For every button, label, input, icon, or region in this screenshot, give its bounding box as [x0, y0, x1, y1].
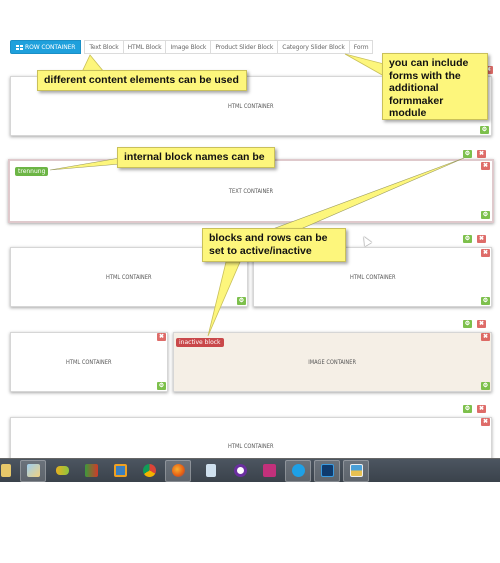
media-player-icon [113, 464, 127, 477]
container-label: HTML CONTAINER [228, 102, 274, 110]
block-delete-button[interactable]: ✖ [157, 333, 166, 341]
row-2-text-container[interactable]: TEXT CONTAINER [8, 159, 494, 223]
row-4-settings-button[interactable]: ⚙ [463, 320, 472, 328]
taskbar-app-purple[interactable] [227, 460, 253, 482]
row-3-settings-button[interactable]: ⚙ [463, 235, 472, 243]
folder-icon [1, 464, 11, 477]
taskbar-indesign[interactable] [256, 460, 282, 482]
container-label: TEXT CONTAINER [228, 187, 274, 195]
paint-icon [26, 464, 40, 477]
settings-icon: ⚙ [482, 212, 489, 218]
row-3-delete-button[interactable]: ✖ [477, 235, 486, 243]
row-container-label: ROW CONTAINER [25, 43, 76, 51]
container-label: HTML CONTAINER [66, 358, 112, 366]
container-label: IMAGE CONTAINER [308, 358, 357, 366]
taskbar-photo-viewer[interactable] [343, 459, 369, 482]
taskbar-paint[interactable] [20, 459, 46, 482]
close-icon: ✖ [478, 406, 485, 412]
close-icon: ✖ [158, 334, 165, 340]
block-settings-button[interactable]: ⚙ [157, 382, 166, 390]
close-icon: ✖ [478, 236, 485, 242]
windows-taskbar [0, 458, 500, 482]
settings-icon: ⚙ [464, 321, 471, 327]
block-settings-button[interactable]: ⚙ [481, 211, 490, 219]
category-slider-block-button[interactable]: Category Slider Block [278, 40, 350, 54]
taskbar-chrome[interactable] [136, 460, 162, 482]
close-icon: ✖ [478, 321, 485, 327]
chrome-icon [142, 464, 156, 477]
block-delete-button[interactable]: ✖ [481, 162, 490, 170]
taskbar-photoshop[interactable] [314, 459, 340, 482]
photo-viewer-icon [349, 464, 363, 477]
taskbar-explorer[interactable] [0, 460, 12, 482]
settings-icon: ⚙ [481, 127, 488, 133]
callout-block-names: internal block names can be [117, 147, 275, 168]
row-2-settings-button[interactable]: ⚙ [463, 150, 472, 158]
container-label: HTML CONTAINER [228, 443, 274, 450]
form-button[interactable]: Form [349, 40, 374, 54]
block-delete-button[interactable]: ✖ [481, 333, 490, 341]
grid-icon [16, 44, 23, 50]
block-delete-button[interactable]: ✖ [481, 418, 490, 426]
settings-icon: ⚙ [464, 406, 471, 412]
image-block-button[interactable]: Image Block [166, 40, 212, 54]
product-slider-block-button[interactable]: Product Slider Block [211, 40, 279, 54]
inactive-status-tag[interactable]: inactive block [176, 338, 224, 347]
settings-icon: ⚙ [464, 236, 471, 242]
app-purple-icon [233, 464, 247, 477]
row-container-button[interactable]: ROW CONTAINER [10, 40, 82, 54]
taskbar-calculator[interactable] [198, 460, 224, 482]
settings-icon: ⚙ [482, 383, 489, 389]
block-settings-button[interactable]: ⚙ [237, 297, 246, 305]
calculator-icon [206, 464, 216, 477]
block-delete-button[interactable]: ✖ [481, 249, 490, 257]
close-icon: ✖ [478, 151, 485, 157]
block-settings-button[interactable]: ⚙ [480, 126, 489, 134]
callout-forms: you can include forms with the additiona… [382, 53, 488, 120]
acrobat-icon [84, 464, 98, 477]
row-2-delete-button[interactable]: ✖ [477, 150, 486, 158]
taskbar-firefox[interactable] [165, 459, 191, 482]
settings-icon: ⚙ [464, 151, 471, 157]
firefox-icon [171, 464, 185, 477]
messenger-icon [55, 466, 69, 475]
container-label: HTML CONTAINER [349, 273, 396, 281]
block-settings-button[interactable]: ⚙ [481, 297, 490, 305]
element-toolbar: ROW CONTAINER Text Block HTML Block Imag… [10, 40, 374, 54]
callout-active-inactive: blocks and rows can be set to active/ina… [202, 228, 346, 262]
indesign-icon [262, 464, 276, 477]
taskbar-messenger[interactable] [49, 460, 75, 482]
settings-icon: ⚙ [238, 298, 245, 304]
taskbar-media-player[interactable] [107, 460, 133, 482]
row-4-delete-button[interactable]: ✖ [477, 320, 486, 328]
block-name-tag: trennung [15, 167, 49, 176]
close-icon: ✖ [482, 163, 489, 169]
row-5-delete-button[interactable]: ✖ [477, 405, 486, 413]
taskbar-acrobat[interactable] [78, 460, 104, 482]
settings-icon: ⚙ [482, 298, 489, 304]
photoshop-icon [320, 464, 334, 477]
block-settings-button[interactable]: ⚙ [481, 382, 490, 390]
text-block-button[interactable]: Text Block [84, 40, 124, 54]
row-5-settings-button[interactable]: ⚙ [463, 405, 472, 413]
skype-icon [291, 464, 305, 477]
taskbar-skype[interactable] [285, 459, 311, 482]
html-block-button[interactable]: HTML Block [123, 40, 167, 54]
container-label: HTML CONTAINER [106, 273, 152, 281]
mouse-cursor [360, 234, 372, 247]
callout-content-elements: different content elements can be used [37, 70, 247, 91]
close-icon: ✖ [482, 250, 489, 256]
settings-icon: ⚙ [158, 383, 165, 389]
row-4-html-container[interactable]: HTML CONTAINER [10, 332, 168, 392]
close-icon: ✖ [482, 334, 489, 340]
close-icon: ✖ [482, 419, 489, 425]
